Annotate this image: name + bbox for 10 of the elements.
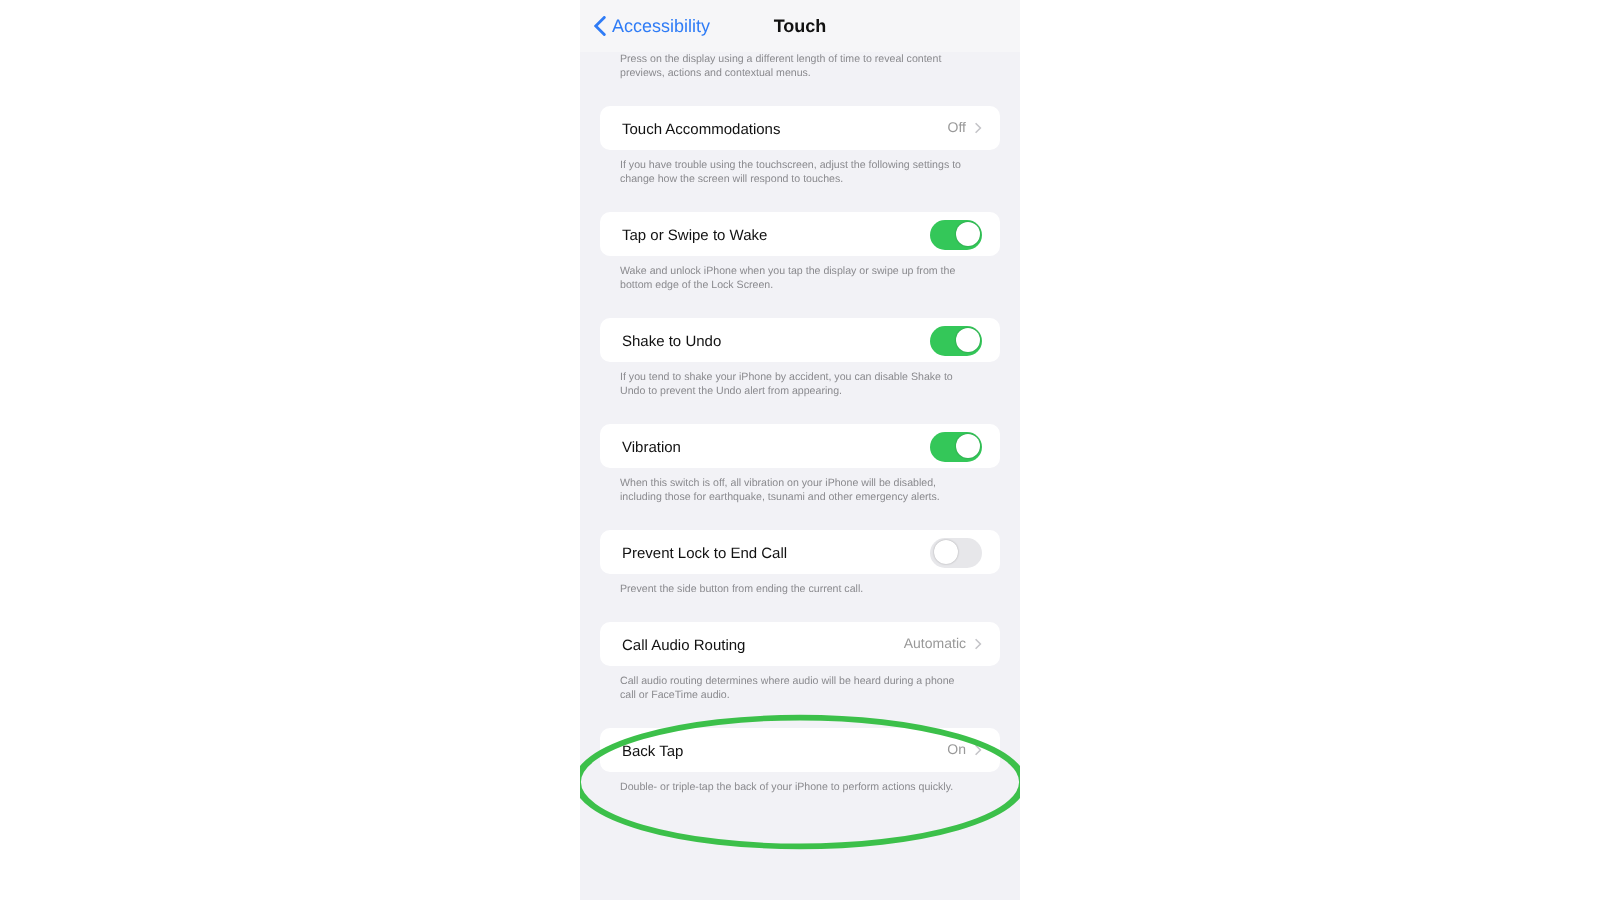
back-chevron-icon [594,16,606,36]
screen-title: Touch [773,16,827,36]
chevron-icon [974,638,982,650]
toggle-switch[interactable] [930,537,982,567]
chevron-icon [974,122,982,134]
toggle-switch[interactable] [930,219,982,249]
chevron-icon [974,744,982,756]
back-link[interactable]: Accessibility [594,16,711,36]
toggle-switch[interactable] [930,325,982,355]
toggle-switch[interactable] [930,431,982,461]
